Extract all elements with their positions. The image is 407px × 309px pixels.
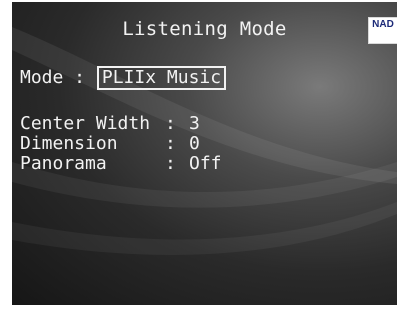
mode-label: Mode : [20, 67, 86, 88]
setting-row-panorama[interactable]: Panorama: Off [20, 154, 222, 174]
page-title: Listening Mode [122, 18, 287, 40]
setting-value: 0 [189, 133, 200, 154]
mode-select[interactable]: PLIIx Music [96, 66, 227, 90]
setting-label: Center Width [20, 113, 151, 134]
setting-label: Panorama [20, 153, 107, 174]
setting-label: Dimension [20, 133, 118, 154]
setting-separator: : [165, 113, 176, 134]
setting-separator: : [165, 153, 176, 174]
setting-separator: : [165, 133, 176, 154]
osd-screen: Listening Mode NAD Mode : PLIIx Music Ce… [12, 2, 397, 305]
mode-row: Mode : PLIIx Music [20, 66, 227, 90]
setting-value: 3 [189, 113, 200, 134]
setting-row-dimension[interactable]: Dimension:0 [20, 134, 200, 154]
setting-value: Off [189, 153, 222, 174]
nad-logo: NAD [368, 17, 397, 44]
setting-row-center-width[interactable]: Center Width:3 [20, 114, 200, 134]
